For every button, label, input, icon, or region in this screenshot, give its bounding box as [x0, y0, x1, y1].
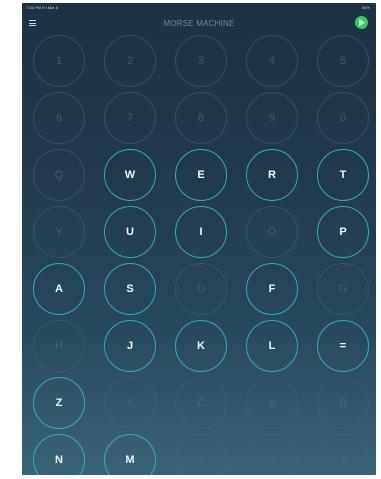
key-question[interactable]: ?	[317, 434, 369, 475]
key-g[interactable]: G	[317, 263, 369, 315]
key-2[interactable]: 2	[104, 35, 156, 87]
key-s[interactable]: S	[104, 263, 156, 315]
key-b[interactable]: B	[317, 377, 369, 429]
key-o[interactable]: O	[246, 206, 298, 258]
key-grid: 1 2 3 4 5 6 7 8 9 0 Q W E R T Y U I O P A S D F G H J K L = Z X C V B N M. /?	[22, 3, 376, 475]
app-window: 7:54 PM Fri Mar 8 64% MORSE MACHINE 1234…	[22, 3, 376, 475]
key-j[interactable]: J	[104, 320, 156, 372]
key-i[interactable]: I	[175, 206, 227, 258]
key-e[interactable]: E	[175, 149, 227, 201]
key-slash[interactable]: /	[246, 434, 298, 475]
key-period[interactable]: .	[175, 434, 227, 475]
key-c[interactable]: C	[175, 377, 227, 429]
key-equals[interactable]: =	[317, 320, 369, 372]
key-3[interactable]: 3	[175, 35, 227, 87]
key-0[interactable]: 0	[317, 92, 369, 144]
key-t[interactable]: T	[317, 149, 369, 201]
key-q[interactable]: Q	[33, 149, 85, 201]
key-y[interactable]: Y	[33, 206, 85, 258]
key-5[interactable]: 5	[317, 35, 369, 87]
key-r[interactable]: R	[246, 149, 298, 201]
key-4[interactable]: 4	[246, 35, 298, 87]
key-7[interactable]: 7	[104, 92, 156, 144]
key-z[interactable]: Z	[33, 377, 85, 429]
key-f[interactable]: F	[246, 263, 298, 315]
key-6[interactable]: 6	[33, 92, 85, 144]
key-u[interactable]: U	[104, 206, 156, 258]
key-l[interactable]: L	[246, 320, 298, 372]
key-1[interactable]: 1	[33, 35, 85, 87]
key-w[interactable]: W	[104, 149, 156, 201]
key-9[interactable]: 9	[246, 92, 298, 144]
key-m[interactable]: M	[104, 434, 156, 475]
key-x[interactable]: X	[104, 377, 156, 429]
key-k[interactable]: K	[175, 320, 227, 372]
key-v[interactable]: V	[246, 377, 298, 429]
key-n[interactable]: N	[33, 434, 85, 475]
key-a[interactable]: A	[33, 263, 85, 315]
key-d[interactable]: D	[175, 263, 227, 315]
key-p[interactable]: P	[317, 206, 369, 258]
key-8[interactable]: 8	[175, 92, 227, 144]
key-h[interactable]: H	[33, 320, 85, 372]
